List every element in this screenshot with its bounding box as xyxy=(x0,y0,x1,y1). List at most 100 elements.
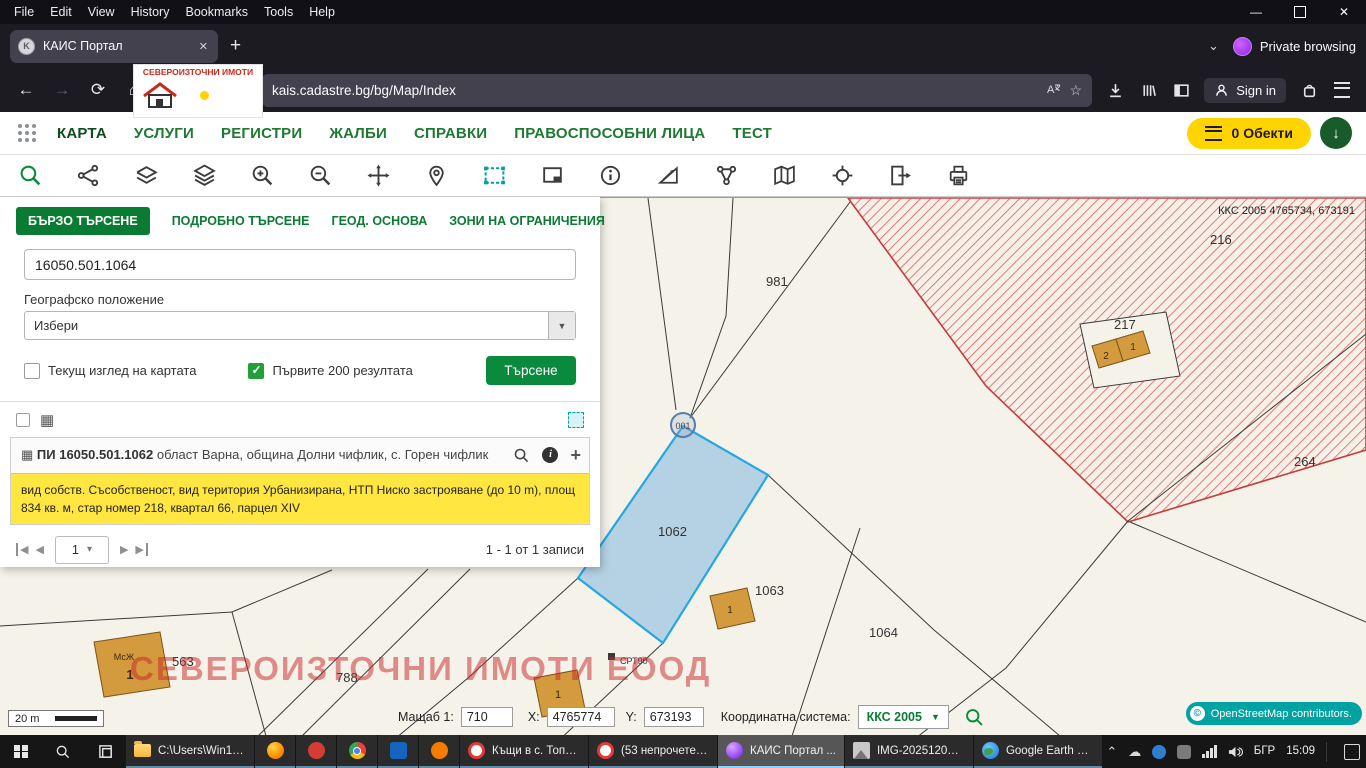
nav-test[interactable]: ТЕСТ xyxy=(732,125,772,142)
apps-grid-icon[interactable] xyxy=(18,124,22,128)
collapse-panel-button[interactable]: ↓ xyxy=(1320,117,1352,149)
app-menu-icon[interactable] xyxy=(1332,80,1352,100)
select-all-results-checkbox[interactable] xyxy=(16,413,30,427)
tray-grey-app-icon[interactable] xyxy=(1177,745,1191,759)
menu-view[interactable]: View xyxy=(80,5,123,19)
select-dropdown-icon[interactable]: ▼ xyxy=(548,312,575,339)
volume-icon[interactable] xyxy=(1228,745,1243,759)
taskbar-window-kais-active[interactable]: КАИС Портал ... xyxy=(718,735,844,768)
tab-restriction-zones[interactable]: ЗОНИ НА ОГРАНИЧЕНИЯ xyxy=(449,214,605,228)
taskbar-app-firefox[interactable] xyxy=(255,735,295,768)
print-icon[interactable] xyxy=(946,163,971,188)
menu-file[interactable]: File xyxy=(6,5,42,19)
url-text[interactable]: kais.cadastre.bg/bg/Map/Index xyxy=(272,83,1037,98)
forward-button[interactable]: → xyxy=(46,74,78,106)
add-result-icon[interactable]: + xyxy=(570,446,581,464)
taskbar-app-red[interactable] xyxy=(296,735,336,768)
osm-attribution[interactable]: © OpenStreetMap contributors. xyxy=(1186,702,1362,725)
tab-quick-search[interactable]: БЪРЗО ТЪРСЕНЕ xyxy=(16,207,150,235)
select-rectangle-tool-icon[interactable] xyxy=(482,163,507,188)
search-tool-icon[interactable] xyxy=(18,163,43,188)
clock[interactable]: 15:09 xyxy=(1286,746,1315,758)
location-pin-icon[interactable] xyxy=(424,163,449,188)
taskbar-window-google-earth[interactable]: Google Earth Pro xyxy=(974,735,1102,768)
maximize-button[interactable] xyxy=(1278,0,1322,24)
first-200-checkbox[interactable] xyxy=(248,363,264,379)
nav-registri[interactable]: РЕГИСТРИ xyxy=(221,125,302,142)
tray-blue-app-icon[interactable] xyxy=(1152,745,1166,759)
network-signal-icon[interactable] xyxy=(1202,746,1217,758)
crs-select[interactable]: ККС 2005 ▼ xyxy=(858,705,949,729)
reload-button[interactable]: ⟳ xyxy=(82,74,114,106)
result-info-icon[interactable]: i xyxy=(542,447,558,463)
y-coordinate-input[interactable] xyxy=(644,707,704,727)
coordinate-search-icon[interactable] xyxy=(964,707,985,728)
first-page-icon[interactable]: ◀ xyxy=(16,543,28,556)
prev-page-icon[interactable]: ◀ xyxy=(35,543,43,556)
measure-slope-icon[interactable] xyxy=(656,163,681,188)
nav-pravosposobni-litsa[interactable]: ПРАВОСПОСОБНИ ЛИЦА xyxy=(514,125,705,142)
x-coordinate-input[interactable] xyxy=(547,707,615,727)
map-sheet-icon[interactable] xyxy=(772,163,797,188)
tab-kais-portal[interactable]: K КАИС Портал ✕ xyxy=(10,30,218,63)
task-view-button[interactable] xyxy=(84,735,126,768)
zoom-in-icon[interactable] xyxy=(250,163,275,188)
menu-bookmarks[interactable]: Bookmarks xyxy=(177,5,256,19)
extensions-bag-icon[interactable] xyxy=(1299,80,1319,100)
taskbar-app-chrome[interactable] xyxy=(337,735,377,768)
sidebar-toggle-icon[interactable] xyxy=(1171,80,1191,100)
menu-edit[interactable]: Edit xyxy=(42,5,80,19)
export-page-icon[interactable] xyxy=(888,163,913,188)
list-tabs-icon[interactable]: ⌄ xyxy=(1208,38,1219,54)
translate-icon[interactable]: A xyxy=(1045,81,1061,100)
parcel-search-input[interactable] xyxy=(24,249,576,280)
tab-geodetic-basis[interactable]: ГЕОД. ОСНОВА xyxy=(332,214,428,228)
bookmark-star-icon[interactable]: ☆ xyxy=(1069,82,1082,99)
signin-button[interactable]: Sign in xyxy=(1204,78,1286,103)
scale-input[interactable] xyxy=(461,707,513,727)
new-tab-button[interactable]: + xyxy=(230,35,241,57)
zoom-to-result-icon[interactable] xyxy=(513,447,530,464)
menu-help[interactable]: Help xyxy=(301,5,343,19)
start-button[interactable] xyxy=(0,735,42,768)
taskbar-window-image[interactable]: IMG-20251203-... xyxy=(845,735,973,768)
taskbar-app-blue[interactable] xyxy=(378,735,418,768)
share-network-icon[interactable] xyxy=(714,163,739,188)
taskbar-window-explorer[interactable]: C:\Users\Win10\... xyxy=(126,735,254,768)
layers-icon[interactable] xyxy=(192,163,217,188)
tab-close-icon[interactable]: ✕ xyxy=(197,38,210,55)
nav-karta[interactable]: КАРТА xyxy=(57,125,107,142)
taskbar-window-houses[interactable]: Къщи в с. Топо... xyxy=(460,735,588,768)
objects-counter-button[interactable]: 0 Обекти xyxy=(1187,118,1311,149)
taskbar-app-orange[interactable] xyxy=(419,735,459,768)
minimize-button[interactable]: — xyxy=(1234,0,1278,24)
search-button[interactable]: Търсене xyxy=(486,356,576,385)
onedrive-cloud-icon[interactable]: ☁ xyxy=(1128,744,1141,760)
address-bar[interactable]: kais.cadastre.bg/bg/Map/Index A ☆ xyxy=(262,74,1092,107)
nav-spravki[interactable]: СПРАВКИ xyxy=(414,125,487,142)
tray-expand-icon[interactable]: ⌃ xyxy=(1106,744,1117,760)
extent-rectangle-icon[interactable] xyxy=(540,163,565,188)
last-page-icon[interactable]: ▶ xyxy=(135,543,147,556)
geo-position-select[interactable]: Избери ▼ xyxy=(24,311,576,340)
panel-corner-icon[interactable] xyxy=(568,412,584,428)
tab-detailed-search[interactable]: ПОДРОБНО ТЪРСЕНЕ xyxy=(172,214,310,228)
taskbar-search-button[interactable] xyxy=(42,735,84,768)
topology-tool-icon[interactable] xyxy=(76,163,101,188)
zoom-out-icon[interactable] xyxy=(308,163,333,188)
basemap-layers-icon[interactable] xyxy=(134,163,159,188)
nav-zhalbi[interactable]: ЖАЛБИ xyxy=(329,125,387,142)
result-card[interactable]: ▦ ПИ 16050.501.1062 област Варна, община… xyxy=(10,437,590,525)
back-button[interactable]: ← xyxy=(10,74,42,106)
taskbar-window-mail[interactable]: (53 непрочетен... xyxy=(589,735,717,768)
downloads-icon[interactable] xyxy=(1105,80,1125,100)
current-view-checkbox[interactable] xyxy=(24,363,40,379)
language-indicator[interactable]: БГР xyxy=(1254,746,1275,758)
pan-tool-icon[interactable] xyxy=(366,163,391,188)
close-button[interactable]: ✕ xyxy=(1322,0,1366,24)
crosshair-coordinates-icon[interactable] xyxy=(830,163,855,188)
menu-history[interactable]: History xyxy=(123,5,178,19)
notification-center-icon[interactable] xyxy=(1344,744,1360,760)
page-number-select[interactable]: 1 ▾ xyxy=(55,536,109,564)
menu-tools[interactable]: Tools xyxy=(256,5,301,19)
